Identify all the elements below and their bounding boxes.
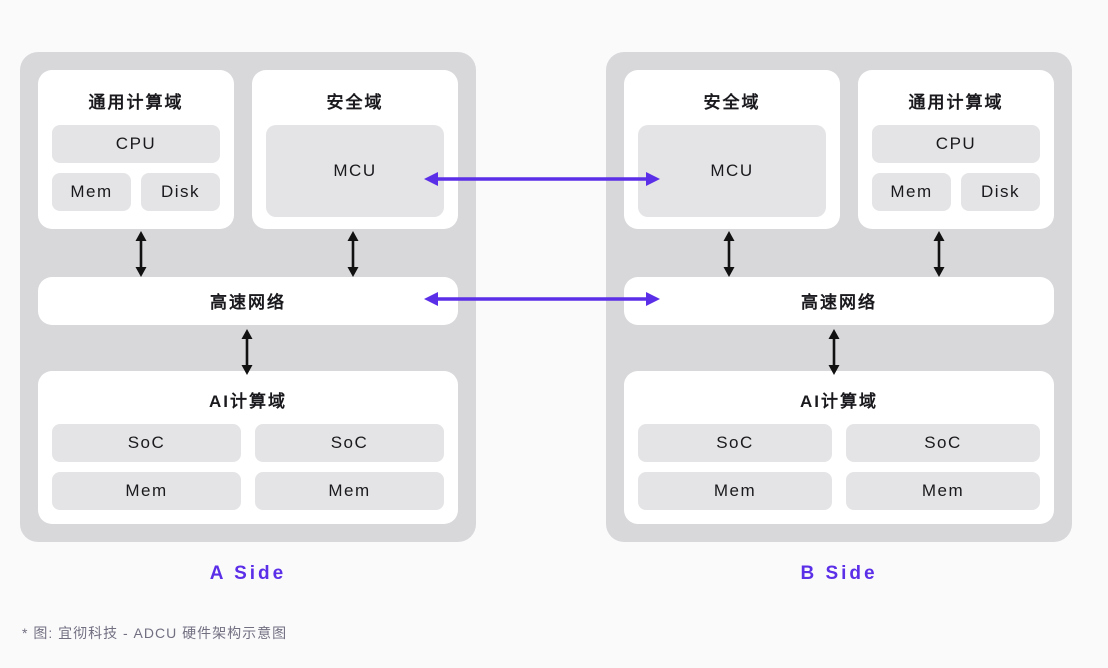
side-a-chip-cpu: CPU bbox=[52, 125, 220, 163]
side-b-chip-mem: Mem bbox=[872, 173, 951, 211]
architecture-diagram: 通用计算域 CPU Mem Disk 安全域 MCU 高速网络 AI计算域 So… bbox=[0, 0, 1108, 668]
side-a-chip-mcu: MCU bbox=[266, 125, 444, 217]
side-b-security-panel: 安全域 MCU bbox=[624, 70, 840, 229]
side-b-general-chip-row: Mem Disk bbox=[872, 173, 1040, 211]
side-a-general-compute-panel: 通用计算域 CPU Mem Disk bbox=[38, 70, 234, 229]
side-a-chip-mem: Mem bbox=[52, 173, 131, 211]
side-a-caption: A Side bbox=[209, 563, 287, 584]
side-a-ai-chip-mem-2: Mem bbox=[255, 472, 444, 510]
side-a-network-bar: 高速网络 bbox=[38, 276, 458, 325]
side-b-network-bar: 高速网络 bbox=[624, 276, 1054, 325]
side-a-ai-chip-soc-2: SoC bbox=[255, 424, 444, 462]
side-b-chip-cpu: CPU bbox=[872, 125, 1040, 163]
side-b-ai-title: AI计算域 bbox=[800, 392, 878, 411]
side-b-ai-chip-soc-2: SoC bbox=[846, 424, 1040, 462]
side-a-chip-disk: Disk bbox=[141, 173, 220, 211]
side-b-caption: B Side bbox=[800, 563, 878, 584]
side-a-ai-chip-mem-1: Mem bbox=[52, 472, 241, 510]
side-a-ai-chip-soc-1: SoC bbox=[52, 424, 241, 462]
side-a-security-panel: 安全域 MCU bbox=[252, 70, 458, 229]
side-a-container: 通用计算域 CPU Mem Disk 安全域 MCU 高速网络 AI计算域 So… bbox=[20, 52, 476, 542]
side-a-security-title: 安全域 bbox=[326, 93, 384, 112]
side-b-ai-panel: AI计算域 SoC SoC Mem Mem bbox=[624, 371, 1054, 524]
side-b-chip-mcu: MCU bbox=[638, 125, 826, 217]
side-b-security-title: 安全域 bbox=[703, 93, 761, 112]
side-a-general-chip-row: Mem Disk bbox=[52, 173, 220, 211]
side-b-chip-disk: Disk bbox=[961, 173, 1040, 211]
side-a-domain-row: 通用计算域 CPU Mem Disk 安全域 MCU bbox=[38, 70, 458, 229]
side-a-ai-grid: SoC SoC Mem Mem bbox=[52, 424, 444, 510]
side-b-container: 安全域 MCU 通用计算域 CPU Mem Disk 高速网络 AI计算域 So… bbox=[606, 52, 1072, 542]
side-b-ai-chip-soc-1: SoC bbox=[638, 424, 832, 462]
diagram-footnote: * 图: 宜彻科技 - ADCU 硬件架构示意图 bbox=[22, 625, 288, 641]
side-a-ai-title: AI计算域 bbox=[209, 392, 287, 411]
side-b-ai-chip-mem-2: Mem bbox=[846, 472, 1040, 510]
side-b-general-compute-panel: 通用计算域 CPU Mem Disk bbox=[858, 70, 1054, 229]
side-b-general-compute-title: 通用计算域 bbox=[908, 93, 1004, 112]
side-b-ai-grid: SoC SoC Mem Mem bbox=[638, 424, 1040, 510]
side-a-general-compute-title: 通用计算域 bbox=[88, 93, 184, 112]
side-b-domain-row: 安全域 MCU 通用计算域 CPU Mem Disk bbox=[624, 70, 1054, 229]
side-a-ai-panel: AI计算域 SoC SoC Mem Mem bbox=[38, 371, 458, 524]
side-b-ai-chip-mem-1: Mem bbox=[638, 472, 832, 510]
